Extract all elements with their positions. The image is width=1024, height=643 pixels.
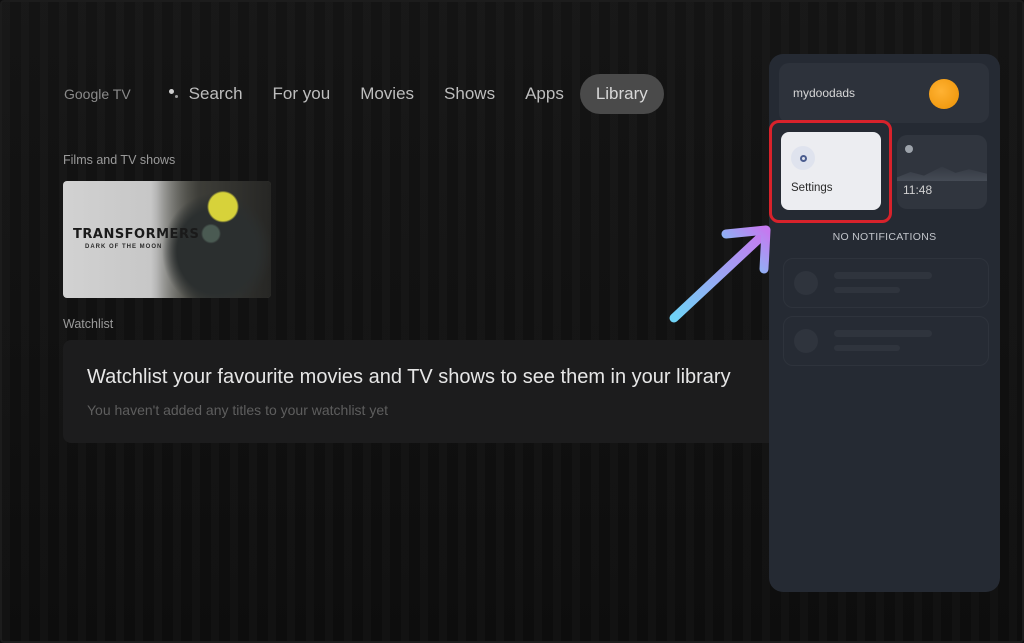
quick-settings-panel: mydoodads 11:48 Settings NO NOTIFICATION… xyxy=(769,54,1000,592)
tv-screen: Google TV Search For you Movies Shows Ap… xyxy=(0,0,1024,643)
ambient-dot-icon xyxy=(905,145,913,153)
ambient-clock-tile[interactable]: 11:48 xyxy=(897,135,987,209)
placeholder-circle xyxy=(794,329,818,353)
nav-for-you[interactable]: For you xyxy=(273,84,331,104)
watchlist-subtext: You haven't added any titles to your wat… xyxy=(87,402,389,418)
brand-label: Google TV xyxy=(64,86,131,102)
notification-placeholder xyxy=(783,316,989,366)
poster-title: TRANSFORMERS xyxy=(73,227,200,242)
placeholder-circle xyxy=(794,271,818,295)
watchlist-headline: Watchlist your favourite movies and TV s… xyxy=(87,366,731,388)
settings-label: Settings xyxy=(791,182,833,194)
pointer-arrow-icon xyxy=(669,225,771,323)
placeholder-line xyxy=(834,287,900,293)
nav-movies[interactable]: Movies xyxy=(360,84,414,104)
movie-poster[interactable]: TRANSFORMERS DARK OF THE MOON xyxy=(63,181,271,298)
nav-apps[interactable]: Apps xyxy=(525,84,564,104)
settings-gear-icon xyxy=(791,146,815,170)
placeholder-line xyxy=(834,345,900,351)
settings-button[interactable]: Settings xyxy=(781,132,881,210)
watchlist-card: Watchlist your favourite movies and TV s… xyxy=(63,340,783,443)
ambient-wave xyxy=(897,166,987,181)
profile-row[interactable]: mydoodads xyxy=(779,63,989,123)
nav-shows[interactable]: Shows xyxy=(444,84,495,104)
placeholder-line xyxy=(834,330,932,337)
placeholder-line xyxy=(834,272,932,279)
top-navigation: Google TV Search For you Movies Shows Ap… xyxy=(64,74,694,114)
clock-time: 11:48 xyxy=(903,183,933,197)
mic-dot-icon xyxy=(167,87,181,101)
profile-name: mydoodads xyxy=(793,86,856,100)
nav-library[interactable]: Library xyxy=(579,74,664,114)
notification-placeholder xyxy=(783,258,989,308)
no-notifications-label: NO NOTIFICATIONS xyxy=(832,231,937,243)
films-section-label: Films and TV shows xyxy=(63,153,176,167)
poster-subtitle: DARK OF THE MOON xyxy=(85,244,163,250)
nav-search[interactable]: Search xyxy=(167,84,243,104)
nav-search-label: Search xyxy=(188,84,243,103)
watchlist-section-label: Watchlist xyxy=(63,317,114,331)
avatar-icon xyxy=(929,79,959,109)
